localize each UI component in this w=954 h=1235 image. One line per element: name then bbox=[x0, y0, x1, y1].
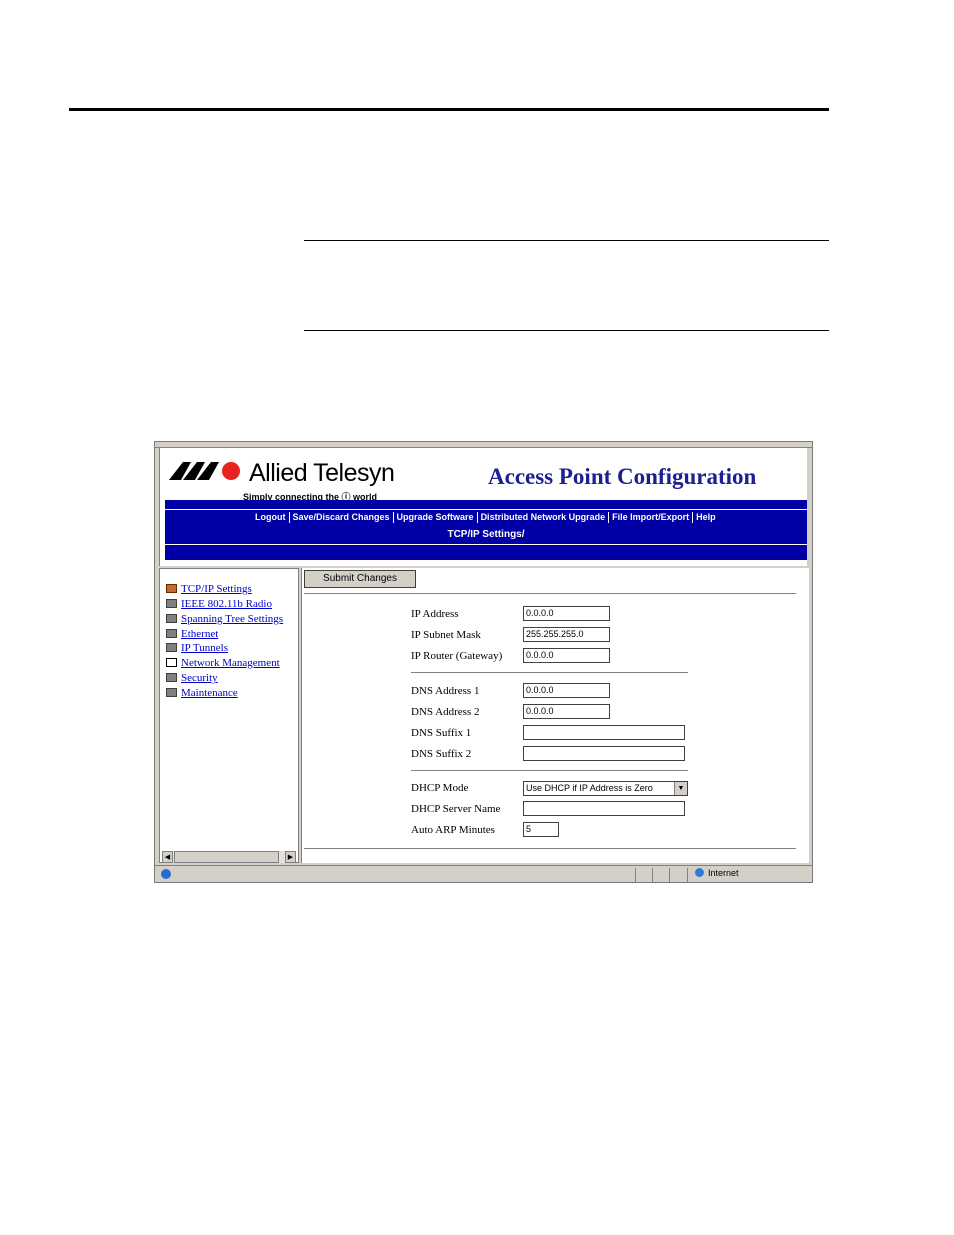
ip-subnet-mask-label: IP Subnet Mask bbox=[411, 629, 481, 641]
chevron-down-icon[interactable]: ▼ bbox=[674, 782, 687, 795]
folder-icon bbox=[166, 688, 177, 697]
nav-band: Logout Save/Discard Changes Upgrade Softwa… bbox=[165, 500, 807, 560]
tree-item-ip-tunnels[interactable]: IP Tunnels bbox=[166, 642, 228, 656]
nav-link-save-discard[interactable]: Save/Discard Changes bbox=[293, 512, 390, 522]
dhcp-server-name-input[interactable] bbox=[523, 801, 685, 816]
auto-arp-minutes-input[interactable]: 5 bbox=[523, 822, 559, 837]
breadcrumb: TCP/IP Settings/ bbox=[447, 529, 525, 540]
nav-band-rule-bottom bbox=[165, 544, 807, 545]
settings-tree: TCP/IP Settings IEEE 802.11b Radio Spann… bbox=[159, 568, 299, 863]
dns-suffix-1-input[interactable] bbox=[523, 725, 685, 740]
status-cell bbox=[687, 868, 688, 882]
nav-link-file-import-export[interactable]: File Import/Export bbox=[612, 512, 689, 522]
status-cell bbox=[635, 868, 636, 882]
ip-router-input[interactable]: 0.0.0.0 bbox=[523, 648, 610, 663]
brand-name: Allied Telesyn bbox=[249, 459, 395, 487]
form-divider-dns bbox=[411, 770, 688, 771]
tree-item-spanning-tree[interactable]: Spanning Tree Settings bbox=[166, 613, 283, 627]
tree-item-network-management[interactable]: Network Management bbox=[166, 657, 280, 671]
tree-item-tcpip[interactable]: TCP/IP Settings bbox=[166, 583, 252, 597]
ie-page-icon bbox=[161, 869, 171, 879]
active-page-icon bbox=[166, 584, 177, 593]
dns-suffix-1-label: DNS Suffix 1 bbox=[411, 727, 472, 739]
security-zone-label: Internet bbox=[708, 868, 739, 878]
tree-item-label[interactable]: Ethernet bbox=[181, 628, 218, 640]
globe-icon bbox=[695, 868, 704, 877]
form-divider-ip bbox=[411, 672, 688, 673]
form-divider-bottom bbox=[304, 848, 796, 849]
dns-address-1-input[interactable]: 0.0.0.0 bbox=[523, 683, 610, 698]
page-title: Access Point Configuration bbox=[488, 464, 757, 489]
browser-window-screenshot: Allied Telesyn Simply connecting the ⓘ w… bbox=[154, 441, 813, 883]
dns-address-2-label: DNS Address 2 bbox=[411, 706, 480, 718]
page-header-rule bbox=[69, 108, 829, 111]
tree-item-label[interactable]: IP Tunnels bbox=[181, 642, 228, 654]
tree-item-radio[interactable]: IEEE 802.11b Radio bbox=[166, 598, 272, 612]
dhcp-server-name-label: DHCP Server Name bbox=[411, 803, 501, 815]
scroll-left-icon[interactable]: ◀ bbox=[162, 851, 173, 863]
dns-address-1-label: DNS Address 1 bbox=[411, 685, 480, 697]
submit-changes-button[interactable]: Submit Changes bbox=[304, 570, 416, 588]
tree-item-label[interactable]: Spanning Tree Settings bbox=[181, 613, 283, 625]
ip-address-label: IP Address bbox=[411, 608, 459, 620]
auto-arp-minutes-label: Auto ARP Minutes bbox=[411, 824, 495, 836]
folder-icon bbox=[166, 614, 177, 623]
browser-status-bar: Internet bbox=[155, 865, 812, 882]
status-cell bbox=[669, 868, 670, 882]
tree-item-security[interactable]: Security bbox=[166, 672, 218, 686]
scroll-right-icon[interactable]: ▶ bbox=[285, 851, 296, 863]
status-cell bbox=[652, 868, 653, 882]
tree-horizontal-scrollbar[interactable]: ◀ ▶ bbox=[162, 851, 296, 863]
scroll-thumb[interactable] bbox=[174, 851, 279, 863]
document-icon bbox=[166, 658, 177, 667]
nav-link-logout[interactable]: Logout bbox=[255, 512, 286, 522]
dns-suffix-2-input[interactable] bbox=[523, 746, 685, 761]
tree-item-label[interactable]: IEEE 802.11b Radio bbox=[181, 598, 272, 610]
ip-subnet-mask-input[interactable]: 255.255.255.0 bbox=[523, 627, 610, 642]
nav-link-help[interactable]: Help bbox=[696, 512, 716, 522]
tree-item-label[interactable]: Maintenance bbox=[181, 687, 238, 699]
dhcp-mode-selected-value: Use DHCP if IP Address is Zero bbox=[526, 783, 653, 793]
tree-item-maintenance[interactable]: Maintenance bbox=[166, 687, 238, 701]
note-top-rule bbox=[304, 240, 829, 241]
top-nav-links: Logout Save/Discard Changes Upgrade Softwa… bbox=[255, 512, 716, 524]
dns-suffix-2-label: DNS Suffix 2 bbox=[411, 748, 472, 760]
folder-icon bbox=[166, 629, 177, 638]
note-bottom-rule bbox=[304, 330, 829, 331]
dns-address-2-input[interactable]: 0.0.0.0 bbox=[523, 704, 610, 719]
tree-item-label[interactable]: Network Management bbox=[181, 657, 280, 669]
dhcp-mode-label: DHCP Mode bbox=[411, 782, 469, 794]
nav-link-distributed-upgrade[interactable]: Distributed Network Upgrade bbox=[481, 512, 606, 522]
ip-router-label: IP Router (Gateway) bbox=[411, 650, 503, 662]
security-zone: Internet bbox=[695, 868, 739, 878]
nav-link-upgrade-software[interactable]: Upgrade Software bbox=[397, 512, 474, 522]
tree-item-label[interactable]: Security bbox=[181, 672, 218, 684]
ip-address-input[interactable]: 0.0.0.0 bbox=[523, 606, 610, 621]
tcpip-settings-form: Submit Changes IP Address 0.0.0.0 IP Sub… bbox=[301, 568, 809, 863]
tree-item-ethernet[interactable]: Ethernet bbox=[166, 628, 218, 642]
folder-icon bbox=[166, 673, 177, 682]
header-frame: Allied Telesyn Simply connecting the ⓘ w… bbox=[159, 448, 807, 566]
nav-band-rule-top bbox=[165, 509, 807, 510]
form-divider-top bbox=[304, 593, 796, 594]
dhcp-mode-select[interactable]: Use DHCP if IP Address is Zero ▼ bbox=[523, 781, 688, 796]
allied-telesyn-logo: Allied Telesyn Simply connecting the ⓘ w… bbox=[169, 456, 409, 502]
logo-mark-icon bbox=[169, 462, 240, 480]
folder-icon bbox=[166, 643, 177, 652]
folder-icon bbox=[166, 599, 177, 608]
tree-item-label[interactable]: TCP/IP Settings bbox=[181, 583, 252, 595]
